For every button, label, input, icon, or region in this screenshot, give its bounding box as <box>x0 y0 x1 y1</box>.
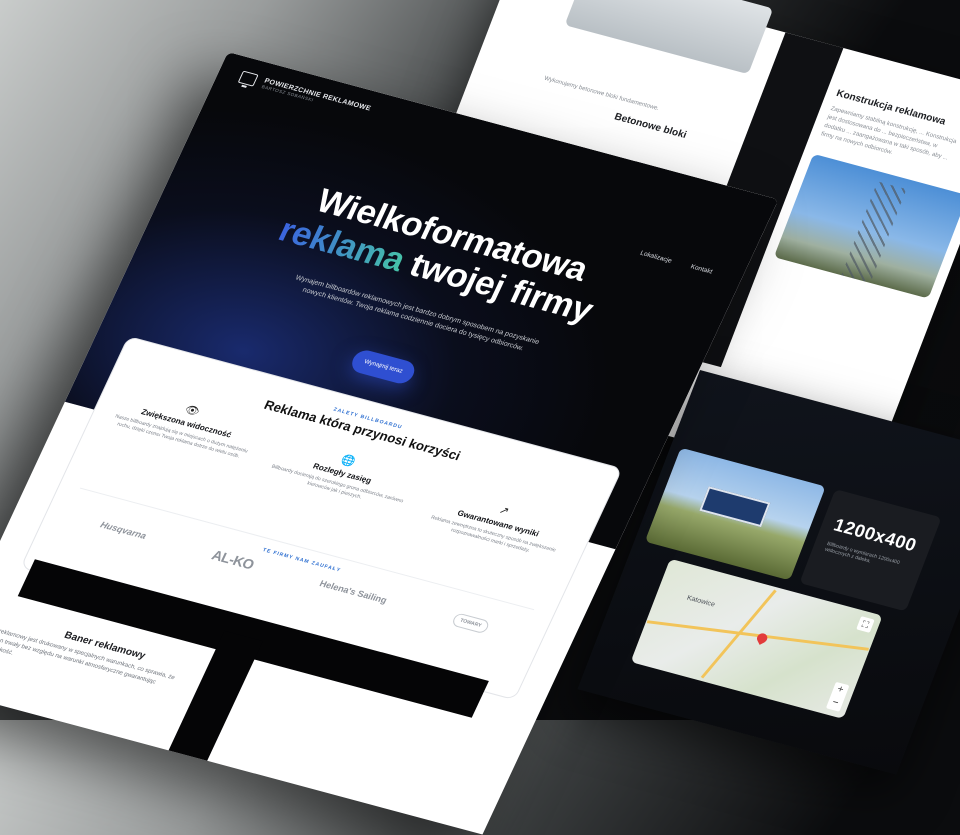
monitor-icon <box>237 70 259 87</box>
logo[interactable]: POWIERZCHNIE REKLAMOWE BARTOSZ SOBAŃSKI <box>237 70 373 118</box>
map-city-label: Katowice <box>685 594 716 609</box>
steel-tower <box>841 181 907 283</box>
foundation-photo <box>564 0 774 75</box>
billboard-post <box>164 630 263 770</box>
feature-results: ↗ Gwarantowane wyniki Reklama zewnętrzna… <box>421 487 575 563</box>
zoom-controls[interactable]: + − <box>825 681 850 712</box>
billboard-board <box>699 486 771 528</box>
zoom-out-button[interactable]: − <box>826 695 845 712</box>
nav-link-locations[interactable]: Lokalizacje <box>639 250 673 265</box>
construction-photo <box>773 153 960 299</box>
size-card: 1200x400 Billboardy o wymiarach 1200x400… <box>799 489 942 612</box>
landing-page: POWIERZCHNIE REKLAMOWE BARTOSZ SOBAŃSKI … <box>0 52 779 835</box>
logo-towary: TOWARY <box>450 612 491 635</box>
banner-description: Baner reklamowy jest drukowany w specjal… <box>0 624 176 686</box>
logo-title: POWIERZCHNIE REKLAMOWE <box>263 77 373 113</box>
fullscreen-icon[interactable]: ⛶ <box>856 616 875 633</box>
feature-reach: 🌐 Rozległy zasięg Billboardy docierają d… <box>265 436 419 512</box>
logo-husqvarna: Husqvarna <box>98 519 148 541</box>
screenshot-stage: Wykonujemy betonowe bloki fundamentowe. … <box>0 0 960 835</box>
rent-now-button[interactable]: Wynajmij teraz <box>348 347 419 386</box>
nav-link-contact[interactable]: Kontakt <box>689 263 713 275</box>
logo-alko: AL-KO <box>209 546 257 573</box>
